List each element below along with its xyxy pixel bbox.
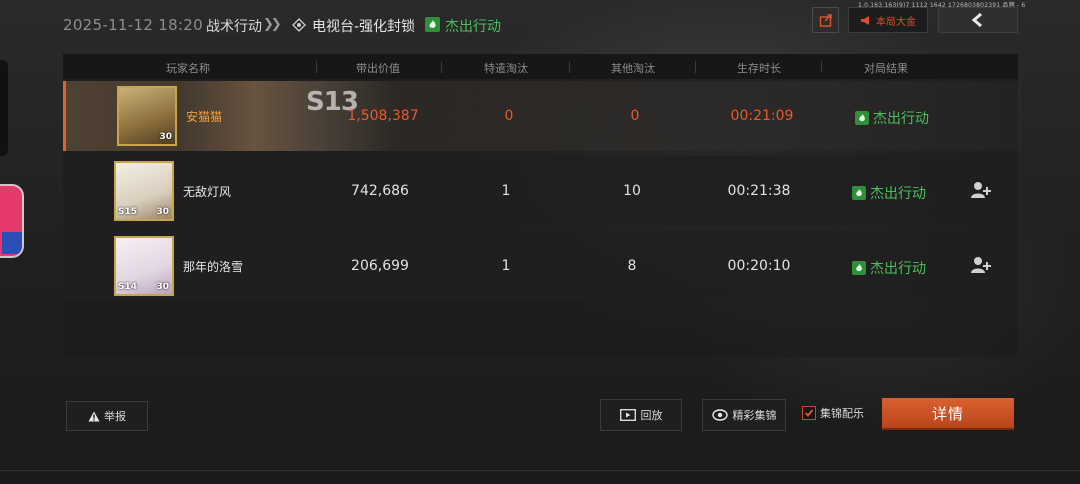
other-kills: 0 <box>630 108 640 124</box>
music-toggle[interactable]: 集锦配乐 <box>802 405 864 421</box>
col-result: 对局结果 <box>864 62 908 75</box>
player-name: 安猫猫 <box>186 110 223 124</box>
left-edge-handle <box>0 60 8 156</box>
avatar-level: 30 <box>159 132 172 142</box>
special-kills: 1 <box>501 183 511 199</box>
special-kills: 0 <box>504 108 514 124</box>
avatar[interactable]: 30 <box>117 86 177 146</box>
replay-button[interactable]: 回放 <box>600 399 682 431</box>
divider <box>0 470 1080 471</box>
share-icon <box>819 14 832 27</box>
game-mode: 战术行动 <box>206 19 262 35</box>
match-datetime: 2025-11-12 18:20 <box>63 16 203 34</box>
avatar-level: 30 <box>156 207 169 217</box>
table-row[interactable]: S15 30 无敌灯风 742,686 1 10 00:21:38 杰出行动 <box>63 156 1018 226</box>
col-survival: 生存时长 <box>737 62 781 75</box>
other-kills: 10 <box>623 183 641 199</box>
table-row[interactable]: S14 30 那年的洛雪 206,699 1 8 00:20:10 杰出行动 <box>63 231 1018 301</box>
other-kills: 8 <box>627 258 637 274</box>
highlights-label: 精彩集锦 <box>732 409 777 422</box>
row-result: 杰出行动 <box>852 258 926 278</box>
extracted-value: 206,699 <box>351 258 409 274</box>
survival-time: 00:21:38 <box>727 183 791 199</box>
back-button[interactable] <box>938 7 1018 33</box>
warning-icon <box>88 411 100 421</box>
flame-icon <box>852 261 866 275</box>
avatar-level: 30 <box>156 282 169 292</box>
flame-icon <box>852 186 866 200</box>
extracted-value: 1,508,387 <box>347 108 419 124</box>
megaphone-icon <box>861 15 869 25</box>
player-name: 无敌灯风 <box>183 185 232 199</box>
col-value: 带出价值 <box>356 62 400 75</box>
row-result: 杰出行动 <box>852 183 926 203</box>
avatar-season: S15 <box>118 207 138 217</box>
player-name: 那年的洛雪 <box>183 260 244 274</box>
share-button[interactable] <box>812 7 839 33</box>
survival-time: 00:21:09 <box>730 108 794 124</box>
row-result: 杰出行动 <box>855 108 929 128</box>
add-friend-icon[interactable] <box>970 180 992 200</box>
match-result: 杰出行动 <box>445 19 501 35</box>
replay-label: 回放 <box>640 409 663 422</box>
back-arrow-icon <box>971 12 982 28</box>
extracted-value: 742,686 <box>351 183 409 199</box>
report-button[interactable]: 举报 <box>66 401 148 431</box>
avatar[interactable]: S14 30 <box>114 236 174 296</box>
target-icon <box>292 18 306 32</box>
detail-button[interactable]: 详情 <box>882 398 1014 428</box>
col-other-kills: 其他淘汰 <box>611 62 655 75</box>
avatar-season: S14 <box>118 282 138 292</box>
report-label: 举报 <box>104 410 126 423</box>
music-label: 集锦配乐 <box>820 407 864 420</box>
camera-icon <box>711 409 728 421</box>
add-friend-icon[interactable] <box>970 255 992 275</box>
avatar[interactable]: S15 30 <box>114 161 174 221</box>
floating-app-icon[interactable] <box>0 184 24 258</box>
col-special-kills: 特遣淘汰 <box>484 62 528 75</box>
match-gold-button[interactable]: 本局大金 <box>848 7 928 33</box>
map-name: 电视台-强化封锁 <box>312 19 416 35</box>
survival-time: 00:20:10 <box>727 258 791 274</box>
highlights-button[interactable]: 精彩集锦 <box>702 399 786 431</box>
match-gold-label: 本局大金 <box>876 16 916 28</box>
flame-icon <box>425 17 440 32</box>
table-row[interactable]: S13 30 安猫猫 1,508,387 0 0 00:21:09 杰出行动 <box>63 81 1021 151</box>
special-kills: 1 <box>501 258 511 274</box>
flame-icon <box>855 111 869 125</box>
film-icon <box>619 409 636 421</box>
col-player-name: 玩家名称 <box>166 62 210 75</box>
table-header: 玩家名称 带出价值 特遣淘汰 其他淘汰 生存时长 对局结果 <box>63 54 1018 79</box>
checkbox-icon[interactable] <box>802 406 816 420</box>
chevron-right-icon: ❯❯ <box>263 17 282 32</box>
